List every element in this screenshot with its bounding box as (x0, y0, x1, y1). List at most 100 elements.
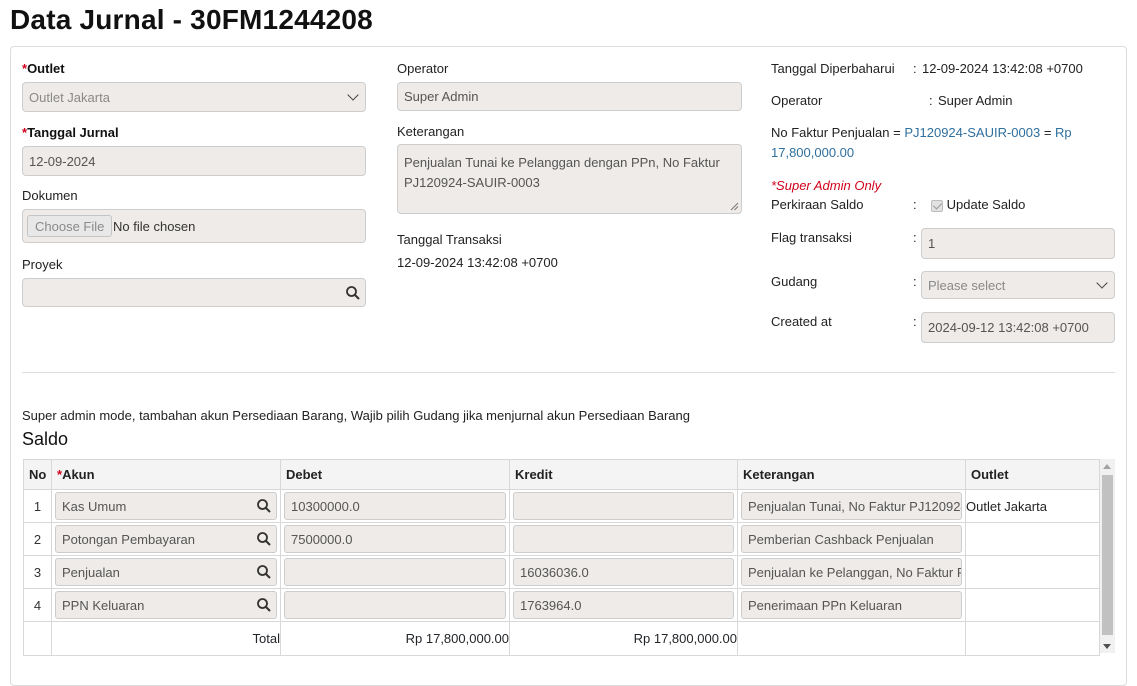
debet-input[interactable] (284, 591, 506, 619)
akun-search-input[interactable]: PPN Keluaran (55, 591, 277, 619)
dokumen-file-input[interactable]: Choose File No file chosen (22, 209, 366, 243)
table-row: 3 Penjualan 16036036.0 Penjualan ke Pela… (23, 555, 1100, 589)
keterangan-label: Keterangan (397, 124, 465, 139)
row-number: 2 (23, 522, 52, 556)
row-number: 4 (23, 588, 52, 622)
scroll-down-arrow-icon[interactable] (1103, 644, 1111, 649)
tanggal-jurnal-value: 12-09-2024 (29, 153, 96, 169)
col-header-no: No (23, 459, 52, 490)
keterangan-input[interactable]: Penjualan ke Pelanggan, No Faktur P (741, 558, 962, 586)
col-header-keterangan: Keterangan (737, 459, 966, 490)
akun-value: Kas Umum (62, 498, 127, 514)
section-divider (22, 372, 1115, 373)
gudang-sep: : (913, 274, 917, 289)
col-header-kredit: Kredit (509, 459, 738, 490)
col-header-outlet: Outlet (965, 459, 1100, 490)
gudang-label: Gudang (771, 274, 818, 289)
outlet-select[interactable]: Outlet Jakarta (22, 82, 366, 112)
file-status: No file chosen (113, 218, 196, 234)
operator-value: Super Admin (404, 89, 479, 104)
outlet-label-text: Outlet (27, 61, 65, 76)
debet-input[interactable] (284, 558, 506, 586)
tanggal-transaksi-label: Tanggal Transaksi (397, 232, 502, 247)
perkiraan-saldo-sep: : (913, 197, 917, 212)
super-admin-mode-note: Super admin mode, tambahan akun Persedia… (22, 408, 690, 423)
kredit-input[interactable] (513, 525, 734, 553)
kredit-input[interactable] (513, 492, 734, 520)
gudang-placeholder: Please select (928, 277, 1006, 293)
row-number: 1 (23, 489, 52, 523)
keterangan-textarea[interactable]: Penjualan Tunai ke Pelanggan dengan PPn,… (397, 144, 742, 214)
tanggal-jurnal-label: *Tanggal Jurnal (22, 125, 119, 140)
total-empty-cell (965, 621, 1100, 656)
search-icon[interactable] (345, 285, 361, 301)
perkiraan-saldo-label: Perkiraan Saldo (771, 197, 864, 212)
total-empty-cell (23, 621, 52, 656)
scrollbar-thumb[interactable] (1102, 475, 1113, 635)
kredit-input[interactable]: 16036036.0 (513, 558, 734, 586)
tanggal-jurnal-input[interactable]: 12-09-2024 (22, 146, 366, 176)
akun-value: Penjualan (62, 564, 120, 580)
tanggal-diperbaharui-sep: : (913, 61, 917, 76)
flag-transaksi-value: 1 (928, 236, 936, 251)
debet-input[interactable]: 10300000.0 (284, 492, 506, 520)
update-saldo-checkbox[interactable] (931, 199, 943, 212)
update-saldo-control: Update Saldo (931, 197, 1025, 212)
created-at-label: Created at (771, 314, 832, 329)
created-at-value: 2024-09-12 13:42:08 +0700 (928, 320, 1089, 335)
super-admin-only-note: *Super Admin Only (771, 178, 882, 193)
operator-input[interactable]: Super Admin (397, 82, 742, 111)
scroll-up-arrow-icon[interactable] (1103, 464, 1111, 469)
no-faktur-amount-prefix: Rp (1055, 125, 1072, 140)
akun-search-input[interactable]: Kas Umum (55, 492, 277, 520)
chevron-down-icon (1096, 277, 1108, 289)
outlet-cell (965, 555, 1100, 589)
debet-input[interactable]: 7500000.0 (284, 525, 506, 553)
table-scrollbar[interactable] (1100, 459, 1115, 653)
flag-transaksi-input[interactable]: 1 (921, 228, 1115, 259)
col-header-akun-text: Akun (62, 467, 95, 482)
search-icon[interactable] (256, 531, 272, 547)
saldo-title: Saldo (22, 429, 69, 449)
akun-search-input[interactable]: Potongan Pembayaran (55, 525, 277, 553)
journal-card: *Outlet Outlet Jakarta *Tanggal Jurnal 1… (10, 46, 1127, 686)
outlet-cell: Outlet Jakarta (965, 489, 1100, 523)
operator-label: Operator (397, 61, 449, 76)
proyek-search-input[interactable] (22, 278, 366, 307)
saldo-header-row: No *Akun Debet Kredit Keterangan Outlet (23, 459, 1100, 490)
resize-handle-icon[interactable] (730, 202, 739, 211)
no-faktur-line: No Faktur Penjualan = PJ120924-SAUIR-000… (771, 125, 1072, 140)
tanggal-diperbaharui-value: 12-09-2024 13:42:08 +0700 (922, 61, 1083, 76)
tanggal-transaksi-value: 12-09-2024 13:42:08 +0700 (397, 255, 558, 270)
flag-transaksi-sep: : (913, 230, 917, 245)
choose-file-button[interactable]: Choose File (27, 215, 113, 237)
search-icon[interactable] (256, 498, 272, 514)
outlet-cell (965, 588, 1100, 622)
akun-search-input[interactable]: Penjualan (55, 558, 277, 586)
outlet-cell (965, 522, 1100, 556)
col-header-debet: Debet (280, 459, 510, 490)
keterangan-input[interactable]: Penerimaan PPn Keluaran (741, 591, 962, 619)
search-icon[interactable] (256, 597, 272, 613)
keterangan-input[interactable]: Penjualan Tunai, No Faktur PJ120924 (741, 492, 962, 520)
operator-info-value: Super Admin (938, 93, 1013, 108)
no-faktur-equals: = (1043, 125, 1052, 140)
search-icon[interactable] (256, 564, 272, 580)
chevron-down-icon (347, 89, 359, 101)
operator-info-sep: : (929, 93, 933, 108)
flag-transaksi-label: Flag transaksi (771, 230, 852, 245)
keterangan-value: Penjualan Tunai ke Pelanggan dengan PPn,… (404, 155, 720, 190)
total-debet: Rp 17,800,000.00 (280, 621, 510, 656)
no-faktur-label: No Faktur Penjualan = (771, 125, 901, 140)
no-faktur-link[interactable]: PJ120924-SAUIR-0003 (904, 125, 1040, 140)
keterangan-input[interactable]: Pemberian Cashback Penjualan (741, 525, 962, 553)
table-row: 1 Kas Umum 10300000.0 Penjualan Tunai, N… (23, 489, 1100, 523)
akun-value: PPN Keluaran (62, 597, 145, 613)
kredit-input[interactable]: 1763964.0 (513, 591, 734, 619)
outlet-select-value: Outlet Jakarta (29, 89, 110, 105)
gudang-select[interactable]: Please select (921, 271, 1115, 299)
created-at-input[interactable]: 2024-09-12 13:42:08 +0700 (921, 312, 1115, 343)
total-label: Total (51, 621, 281, 656)
outlet-label: *Outlet (22, 61, 65, 76)
tanggal-jurnal-label-text: Tanggal Jurnal (27, 125, 119, 140)
